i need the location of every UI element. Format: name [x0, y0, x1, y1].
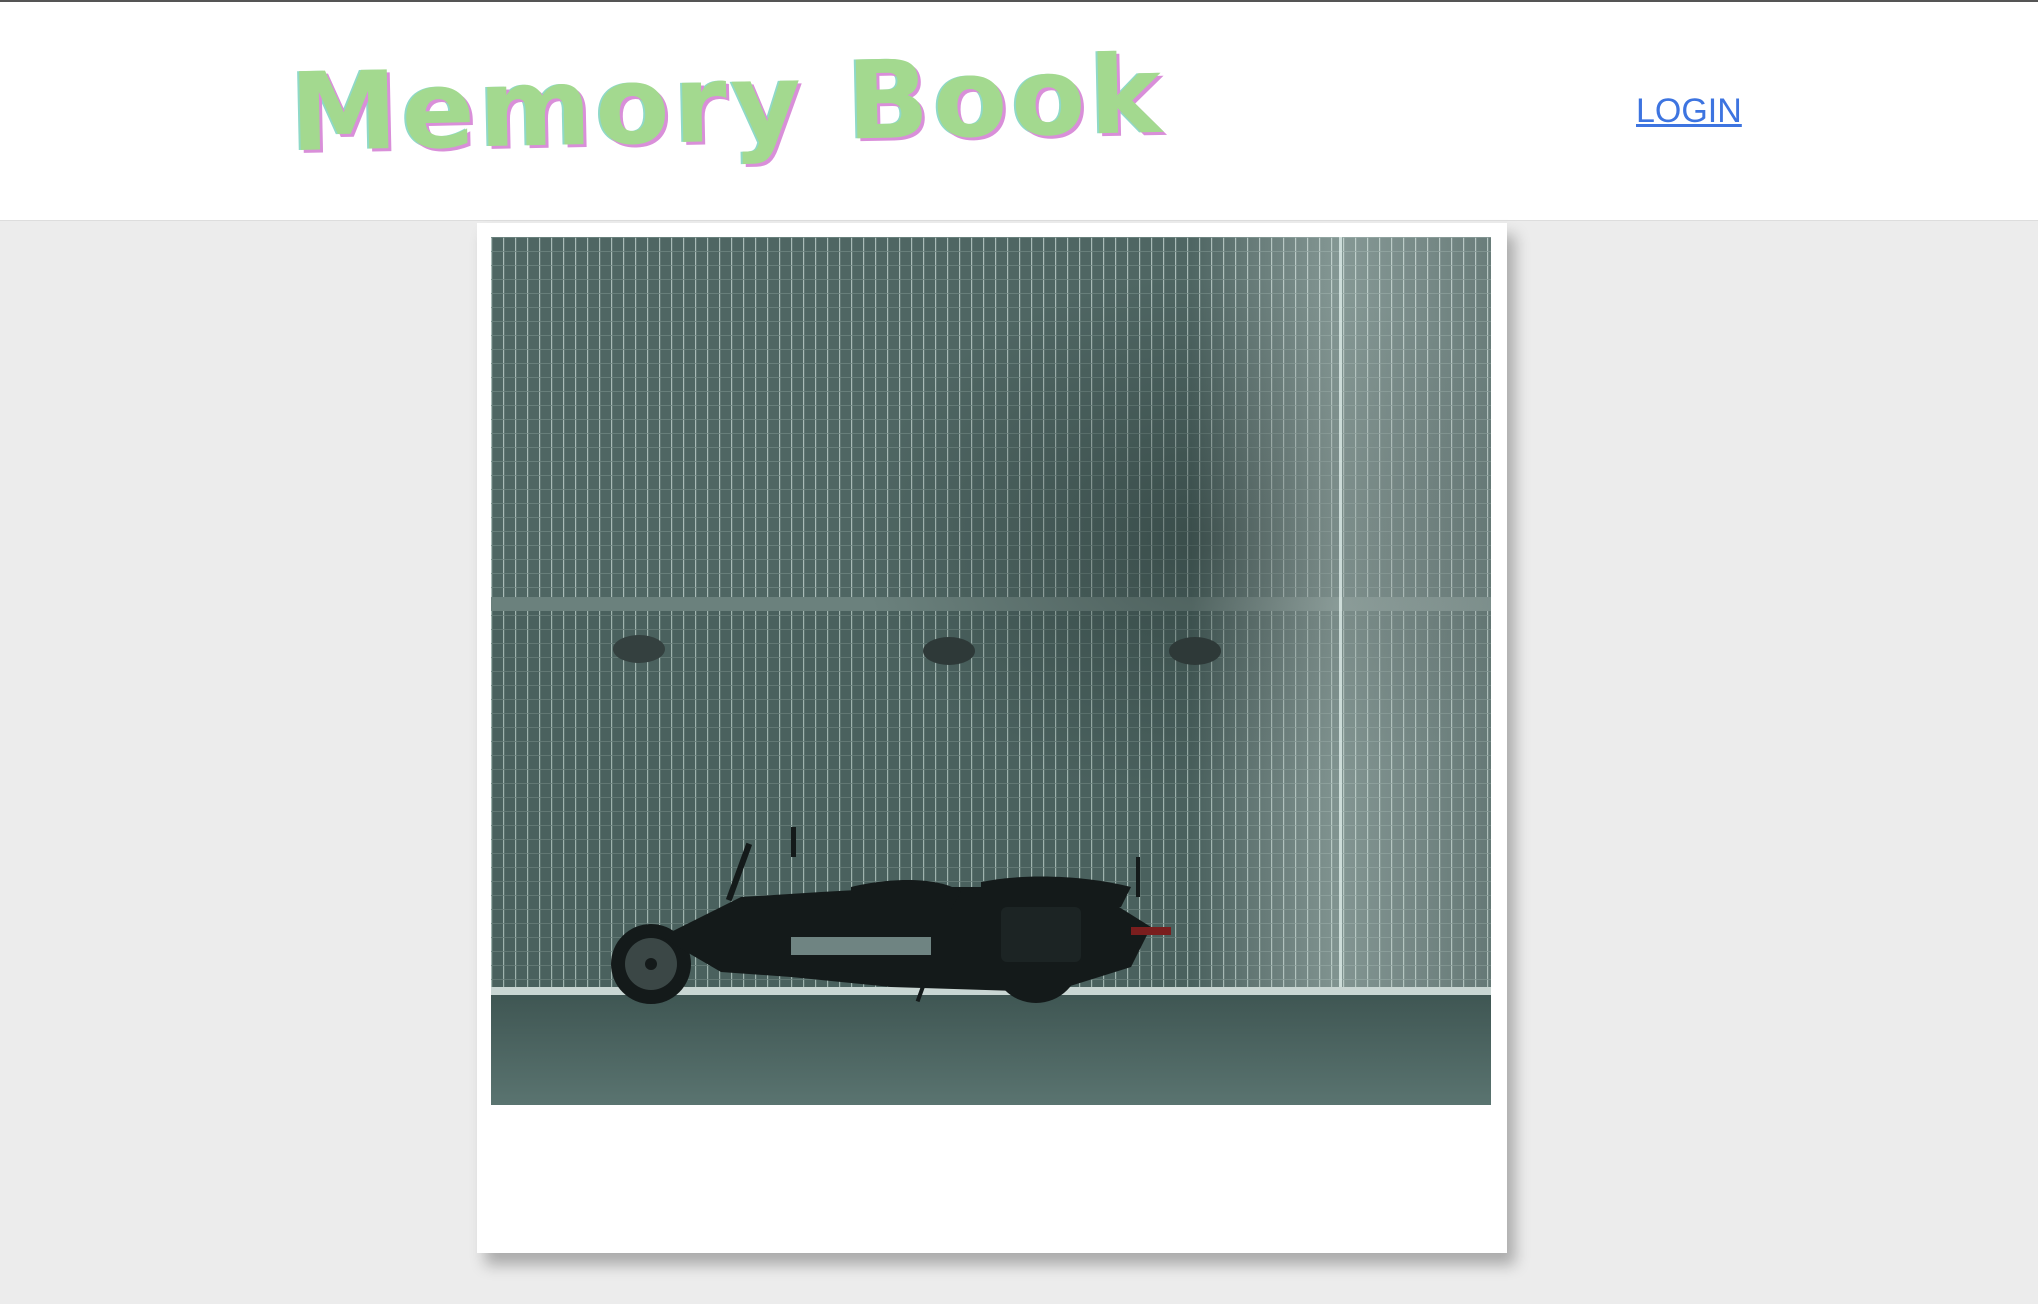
memory-card[interactable] [477, 223, 1507, 1253]
memory-photo[interactable] [491, 237, 1491, 1105]
site-logo[interactable]: Memory Book [289, 33, 1167, 176]
site-header: Memory Book LOGIN [0, 2, 2038, 221]
login-link[interactable]: LOGIN [1636, 92, 1742, 131]
